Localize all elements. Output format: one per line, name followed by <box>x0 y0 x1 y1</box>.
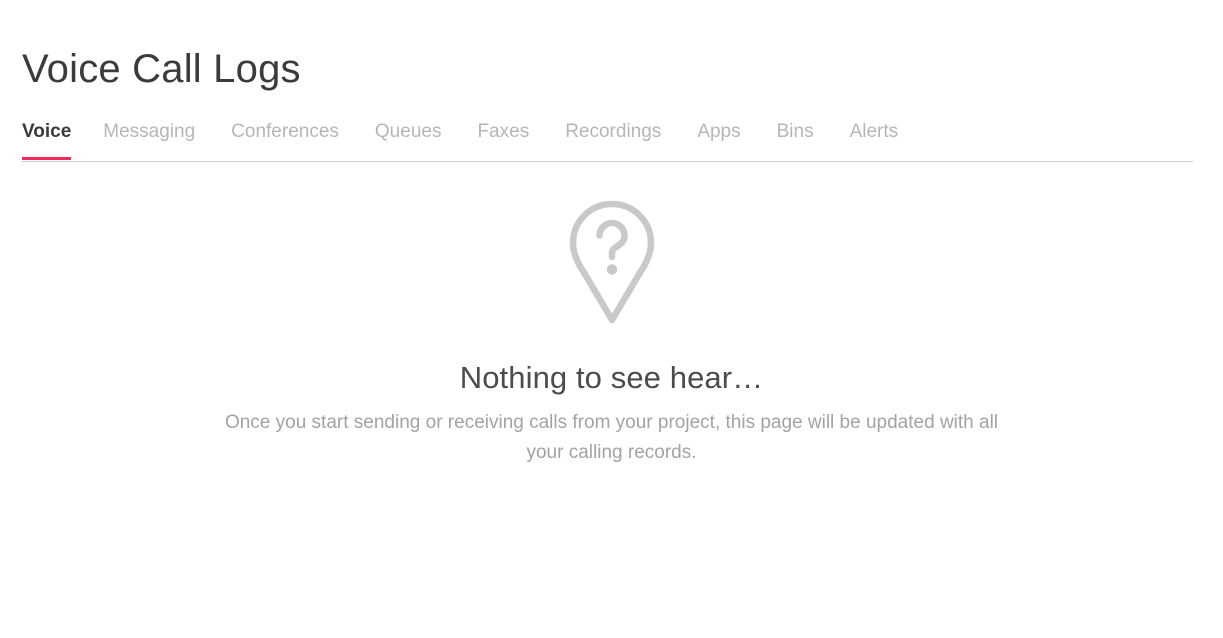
tab-faxes-label: Faxes <box>477 121 530 142</box>
empty-state-description-line1: Once you start sending or receiving call… <box>224 412 861 433</box>
tab-bins[interactable]: Bins <box>759 118 832 160</box>
tab-faxes[interactable]: Faxes <box>459 118 547 160</box>
tab-bins-label: Bins <box>776 121 814 142</box>
tab-voice[interactable]: Voice <box>22 118 85 160</box>
tab-conferences-label: Conferences <box>231 121 339 142</box>
tab-bar-divider <box>22 161 1193 162</box>
tab-active-indicator <box>22 157 72 160</box>
tab-apps[interactable]: Apps <box>679 118 758 160</box>
empty-state-description: Once you start sending or receiving call… <box>222 408 1002 468</box>
question-mark-hook <box>595 219 628 261</box>
tab-queues-label: Queues <box>374 121 442 142</box>
tab-alerts-label: Alerts <box>849 121 899 142</box>
tab-recordings-label: Recordings <box>565 121 662 142</box>
empty-state: Nothing to see hear… Once you start send… <box>0 200 1223 468</box>
tab-alerts[interactable]: Alerts <box>832 118 917 160</box>
voice-call-logs-page: Voice Call Logs Voice Messaging Conferen… <box>0 0 1223 638</box>
page-title: Voice Call Logs <box>22 46 301 91</box>
tab-bar: Voice Messaging Conferences Queues Faxes <box>0 118 1223 164</box>
tab-voice-label: Voice <box>22 121 72 142</box>
tab-list: Voice Messaging Conferences Queues Faxes <box>22 118 916 160</box>
tab-queues[interactable]: Queues <box>357 118 460 160</box>
map-pin-question-icon <box>569 200 654 324</box>
question-mark-dot <box>606 264 617 275</box>
tab-conferences[interactable]: Conferences <box>213 118 357 160</box>
tab-messaging[interactable]: Messaging <box>85 118 213 160</box>
empty-state-heading: Nothing to see hear… <box>459 360 764 395</box>
tab-recordings[interactable]: Recordings <box>547 118 679 160</box>
tab-apps-label: Apps <box>697 121 741 142</box>
tab-messaging-label: Messaging <box>103 121 196 142</box>
